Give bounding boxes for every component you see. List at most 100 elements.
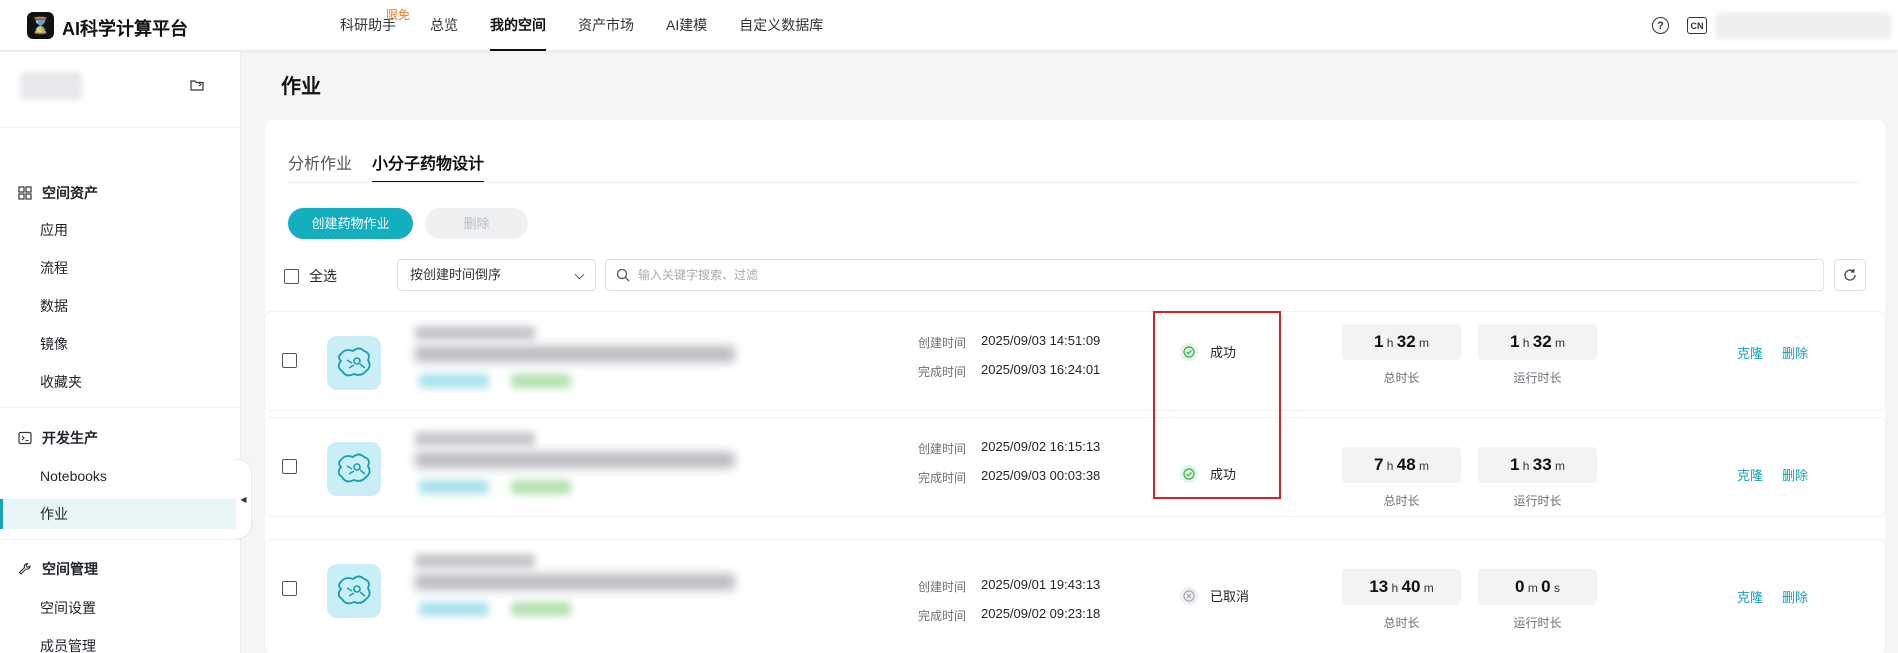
total-duration: 13 h 40 m	[1342, 569, 1461, 605]
total-duration: 1 h 32 m	[1342, 324, 1461, 360]
top-bar: ⌛ AI科学计算平台 科研助手 限免 总览 我的空间 资产市场 AI建模 自定义数…	[0, 0, 1898, 51]
sidebar-divider	[0, 407, 240, 408]
molecule-icon	[327, 336, 381, 390]
molecule-icon	[327, 564, 381, 618]
clone-link[interactable]: 克隆	[1737, 587, 1763, 606]
page-title: 作业	[281, 76, 321, 98]
sidebar-item-space-settings[interactable]: 空间设置	[0, 593, 240, 623]
tab-small-molecule-drug-design[interactable]: 小分子药物设计	[372, 150, 485, 183]
sidebar-item-images[interactable]: 镜像	[0, 329, 240, 359]
tab-analysis-jobs[interactable]: 分析作业	[288, 150, 352, 183]
delete-link[interactable]: 删除	[1782, 343, 1808, 362]
run-duration: 1 h 32 m	[1478, 324, 1597, 360]
folder-switch-icon[interactable]	[190, 79, 204, 91]
run-duration-label: 运行时长	[1513, 616, 1562, 630]
finished-time-value: 2025/09/03 16:24:01	[981, 362, 1101, 377]
status-text: 已取消	[1210, 589, 1250, 604]
sort-select[interactable]: 按创建时间倒序	[397, 259, 596, 291]
refresh-button[interactable]	[1834, 259, 1866, 291]
job-row[interactable]: 创建时间 2025/09/02 16:15:13 完成时间 2025/09/03…	[265, 418, 1885, 516]
created-time-value: 2025/09/03 14:51:09	[981, 333, 1101, 348]
nav-item-custom-database[interactable]: 自定义数据库	[739, 0, 823, 51]
sidebar-item-members[interactable]: 成员管理	[0, 631, 240, 653]
created-time-label: 创建时间	[918, 580, 967, 594]
created-time-label: 创建时间	[918, 442, 967, 456]
job-name-blurred[interactable]	[415, 318, 795, 408]
sidebar: 空间资产 应用 流程 数据 镜像 收藏夹 开发生产 Notebooks 作业 空…	[0, 52, 241, 653]
app-title[interactable]: AI科学计算平台	[62, 15, 188, 41]
sidebar-item-jobs[interactable]: 作业	[0, 499, 240, 529]
status: 已取消	[1180, 586, 1249, 605]
sidebar-collapse-button[interactable]: ◀	[236, 459, 252, 539]
nav-item-my-space[interactable]: 我的空间	[490, 0, 546, 51]
clone-link[interactable]: 克隆	[1737, 465, 1763, 484]
job-tabs: 分析作业 小分子药物设计	[288, 150, 504, 183]
nav-item-asset-market[interactable]: 资产市场	[578, 0, 634, 51]
user-account-blurred[interactable]	[1716, 13, 1891, 39]
molecule-icon	[327, 442, 381, 496]
app-logo-icon[interactable]: ⌛	[27, 12, 54, 39]
sidebar-group-space-management: 空间管理	[18, 559, 98, 579]
sidebar-group-label: 空间资产	[42, 185, 98, 201]
sidebar-item-notebooks[interactable]: Notebooks	[0, 461, 240, 491]
nav-item-overview[interactable]: 总览	[430, 0, 458, 51]
space-name-blurred[interactable]	[20, 72, 82, 100]
total-duration: 7 h 48 m	[1342, 447, 1461, 483]
finished-time-label: 完成时间	[918, 471, 967, 485]
total-duration-label: 总时长	[1383, 494, 1420, 508]
cancelled-x-icon	[1180, 586, 1198, 605]
top-nav: 科研助手 限免 总览 我的空间 资产市场 AI建模 自定义数据库	[340, 0, 855, 51]
finished-time-label: 完成时间	[918, 609, 967, 623]
finished-time-value: 2025/09/03 00:03:38	[981, 468, 1101, 483]
sidebar-item-favorites[interactable]: 收藏夹	[0, 367, 240, 397]
row-checkbox[interactable]	[282, 581, 297, 596]
select-all[interactable]: 全选	[284, 266, 337, 286]
caret-left-icon: ◀	[240, 494, 247, 504]
sidebar-item-flows[interactable]: 流程	[0, 253, 240, 283]
select-all-label: 全选	[309, 268, 337, 284]
help-icon[interactable]: ?	[1652, 17, 1669, 34]
created-time-value: 2025/09/01 19:43:13	[981, 577, 1101, 592]
chevron-down-icon	[574, 269, 585, 280]
sidebar-group-development: 开发生产	[18, 428, 98, 448]
finished-time-value: 2025/09/02 09:23:18	[981, 606, 1101, 621]
terminal-icon	[18, 431, 32, 445]
delete-link[interactable]: 删除	[1782, 465, 1808, 484]
sidebar-group-label: 开发生产	[42, 430, 98, 446]
delete-button-disabled[interactable]: 删除	[425, 208, 528, 239]
job-row[interactable]: 创建时间 2025/09/03 14:51:09 完成时间 2025/09/03…	[265, 312, 1885, 410]
delete-link[interactable]: 删除	[1782, 587, 1808, 606]
nav-item-research-assistant[interactable]: 科研助手 限免	[340, 0, 410, 51]
create-drug-job-button[interactable]: 创建药物作业	[288, 208, 413, 239]
row-checkbox[interactable]	[282, 353, 297, 368]
row-checkbox[interactable]	[282, 459, 297, 474]
refresh-icon	[1844, 269, 1856, 281]
job-row[interactable]: 创建时间 2025/09/01 19:43:13 完成时间 2025/09/02…	[265, 540, 1885, 653]
job-name-blurred[interactable]	[415, 424, 795, 514]
search-icon	[616, 268, 630, 282]
sidebar-divider	[0, 539, 240, 540]
language-switch-icon[interactable]: CN	[1687, 17, 1707, 34]
total-duration-label: 总时长	[1383, 371, 1420, 385]
finished-time-label: 完成时间	[918, 365, 967, 379]
sidebar-item-data[interactable]: 数据	[0, 291, 240, 321]
run-duration-label: 运行时长	[1513, 371, 1562, 385]
grid-icon	[18, 186, 32, 200]
search-input[interactable]	[638, 260, 1818, 290]
free-badge: 限免	[385, 8, 410, 22]
sidebar-group-label: 空间管理	[42, 561, 98, 577]
run-duration: 0 m 0 s	[1478, 569, 1597, 605]
sidebar-item-apps[interactable]: 应用	[0, 215, 240, 245]
tabs-divider	[288, 182, 1860, 183]
select-all-checkbox[interactable]	[284, 268, 299, 284]
wrench-icon	[18, 562, 31, 575]
created-time-label: 创建时间	[918, 336, 967, 350]
job-name-blurred[interactable]	[415, 546, 795, 636]
run-duration-label: 运行时长	[1513, 494, 1562, 508]
created-time-value: 2025/09/02 16:15:13	[981, 439, 1101, 454]
sidebar-group-space-assets: 空间资产	[18, 183, 98, 203]
search-box[interactable]	[605, 259, 1824, 291]
nav-item-ai-modeling[interactable]: AI建模	[666, 0, 707, 51]
clone-link[interactable]: 克隆	[1737, 343, 1763, 362]
run-duration: 1 h 33 m	[1478, 447, 1597, 483]
